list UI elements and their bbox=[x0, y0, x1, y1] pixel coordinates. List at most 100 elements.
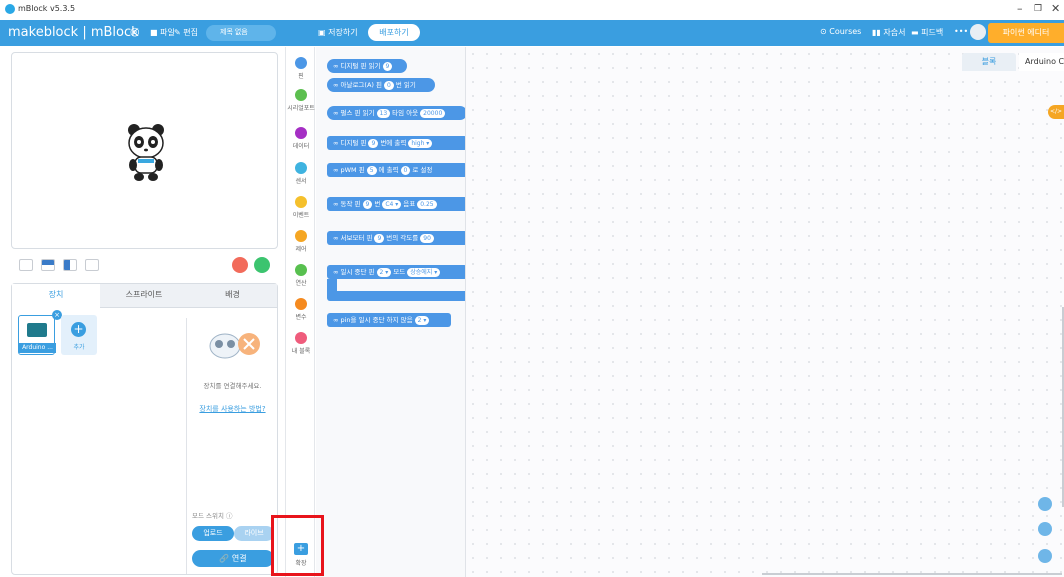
file-menu[interactable]: ■ 파일 bbox=[150, 27, 175, 38]
block-set-digital-pin[interactable]: ∞ 디지털 핀 9 번에 출력 high ▾ bbox=[327, 136, 465, 150]
block-text: 아날로그(A) 핀 bbox=[340, 81, 382, 89]
publish-button[interactable]: 배포하기 bbox=[368, 24, 420, 41]
stage-toolbar bbox=[11, 252, 278, 280]
category-label: 이벤트 bbox=[292, 212, 310, 219]
tutorials-link[interactable]: ▮▮ 자습서 bbox=[872, 27, 905, 38]
python-editor-button[interactable]: 파이썬 에디터 bbox=[988, 23, 1064, 43]
project-title-input[interactable] bbox=[206, 25, 276, 41]
category-data[interactable]: 데이터 bbox=[286, 127, 316, 150]
block-text: pin을 일시 중단 하지 않음 bbox=[340, 316, 413, 324]
block-dropdown[interactable]: high ▾ bbox=[408, 139, 433, 148]
block-read-pulse-pin[interactable]: ∞ 펄스 핀 읽기 13 타임 아웃 20000 bbox=[327, 106, 465, 120]
large-stage-icon[interactable] bbox=[63, 259, 77, 271]
menu-bar: makeblock | mBlock ◎ ■ 파일 ✎ 편집 ▣ 저장하기 배포… bbox=[0, 20, 1064, 46]
block-input[interactable]: 0 bbox=[400, 166, 411, 175]
block-set-servo[interactable]: ∞ 서보모터 핀 9 번의 각도를 90 bbox=[327, 231, 465, 245]
panda-sprite[interactable] bbox=[124, 121, 168, 183]
stop-icon[interactable] bbox=[232, 257, 248, 273]
connect-label: 연결 bbox=[231, 554, 247, 563]
block-input[interactable]: 20000 bbox=[420, 109, 446, 118]
pin-category-icon bbox=[295, 57, 307, 69]
avatar[interactable] bbox=[970, 24, 986, 40]
more-menu[interactable]: ••• bbox=[954, 27, 968, 36]
block-input[interactable]: 13 bbox=[376, 109, 391, 118]
live-mode-button[interactable]: 라이브 bbox=[234, 526, 274, 541]
feedback-link[interactable]: ▬ 피드백 bbox=[911, 27, 943, 38]
tab-devices[interactable]: 장치 bbox=[12, 284, 100, 308]
operators-category-icon bbox=[295, 264, 307, 276]
block-attach-interrupt[interactable]: ∞ 일시 중단 핀2 ▾ 모드 상승에지 ▾ bbox=[327, 265, 465, 279]
device-label: Arduino ... bbox=[19, 343, 56, 353]
restore-icon[interactable]: ❐ bbox=[1034, 4, 1042, 14]
block-text: 번의 각도를 bbox=[386, 234, 419, 242]
block-input[interactable]: 0 bbox=[383, 81, 394, 90]
zoom-out-icon[interactable] bbox=[1038, 522, 1052, 536]
feedback-label: 피드백 bbox=[921, 28, 944, 37]
connect-button[interactable]: 🔗 연결 bbox=[192, 550, 274, 567]
category-operators[interactable]: 연산 bbox=[286, 264, 316, 287]
tab-sprites[interactable]: 스프라이트 bbox=[100, 284, 188, 308]
c-block-bottom bbox=[327, 291, 465, 301]
tab-backdrops[interactable]: 배경 bbox=[188, 284, 277, 308]
upload-mode-button[interactable]: 업로드 bbox=[192, 526, 234, 541]
grid-icon[interactable] bbox=[85, 259, 99, 271]
category-events[interactable]: 이벤트 bbox=[286, 196, 316, 219]
script-workspace[interactable]: 블록 Arduino C </> bbox=[466, 47, 1064, 577]
category-variables[interactable]: 변수 bbox=[286, 298, 316, 321]
close-icon[interactable]: ✕ bbox=[1051, 2, 1060, 15]
device-card-arduino[interactable]: Arduino ... × bbox=[18, 310, 62, 355]
device-panel: 장치 스프라이트 배경 Arduino ... × + 추가 장치를 연결해주세… bbox=[11, 283, 278, 575]
category-control[interactable]: 제어 bbox=[286, 230, 316, 253]
category-label: 데이터 bbox=[292, 143, 310, 150]
category-label: 연산 bbox=[295, 280, 307, 287]
category-pin[interactable]: 핀 bbox=[286, 57, 316, 80]
block-input[interactable]: 9 bbox=[374, 234, 385, 243]
block-text: 타임 아웃 bbox=[392, 109, 419, 117]
minimize-icon[interactable]: – bbox=[1017, 2, 1023, 15]
add-label: 추가 bbox=[73, 344, 85, 351]
block-set-pwm-pin[interactable]: ∞ pWM 핀5에 출력 0 로 설정 bbox=[327, 163, 465, 177]
block-read-analog-pin[interactable]: ∞ 아날로그(A) 핀0번 읽기 bbox=[327, 78, 435, 92]
help-icon[interactable]: ⓘ bbox=[226, 512, 233, 520]
sensor-category-icon bbox=[295, 162, 307, 174]
globe-icon[interactable]: ◎ bbox=[130, 25, 140, 38]
save-button[interactable]: ▣ 저장하기 bbox=[318, 27, 358, 38]
block-dropdown[interactable]: 2 ▾ bbox=[376, 268, 392, 277]
how-to-use-link[interactable]: 장치를 사용하는 방법? bbox=[186, 404, 279, 414]
category-serial[interactable]: 시리얼포트 bbox=[286, 89, 316, 112]
tab-arduino-c[interactable]: Arduino C bbox=[1019, 53, 1064, 71]
stage[interactable] bbox=[11, 52, 278, 249]
edit-menu[interactable]: ✎ 편집 bbox=[174, 27, 198, 38]
block-dropdown[interactable]: 상승에지 ▾ bbox=[407, 268, 441, 277]
code-view-icon[interactable]: </> bbox=[1048, 105, 1064, 119]
tab-blocks[interactable]: 블록 bbox=[962, 53, 1016, 71]
block-read-digital-pin[interactable]: ∞ 디지털 핀 읽기 9 bbox=[327, 59, 407, 73]
category-label: 제어 bbox=[295, 246, 307, 253]
category-my-blocks[interactable]: 내 블록 bbox=[286, 332, 316, 355]
block-dropdown[interactable]: C4 ▾ bbox=[382, 200, 402, 209]
green-flag-icon[interactable] bbox=[254, 257, 270, 273]
block-input[interactable]: 9 bbox=[382, 62, 393, 71]
block-text: 번에 출력 bbox=[380, 139, 407, 147]
block-input[interactable]: 0.25 bbox=[417, 200, 437, 209]
courses-link[interactable]: ⊙ Courses bbox=[820, 27, 861, 36]
block-detach-interrupt[interactable]: ∞ pin을 일시 중단 하지 않음 2 ▾ bbox=[327, 313, 451, 327]
variables-category-icon bbox=[295, 298, 307, 310]
file-label: 파일 bbox=[160, 28, 175, 37]
zoom-in-icon[interactable] bbox=[1038, 497, 1052, 511]
block-input[interactable]: 90 bbox=[420, 234, 434, 243]
mode-switch-label: 모드 스위치 ⓘ bbox=[192, 510, 233, 520]
block-input[interactable]: 5 bbox=[366, 166, 377, 175]
block-dropdown[interactable]: 2 ▾ bbox=[414, 316, 430, 325]
block-input[interactable]: 9 bbox=[362, 200, 373, 209]
horizontal-scrollbar[interactable] bbox=[762, 573, 1062, 575]
block-play-tone[interactable]: ∞ 동작 핀 9 번 C4 ▾ 음표 0.25 bbox=[327, 197, 465, 211]
fullscreen-icon[interactable] bbox=[19, 259, 33, 271]
block-input[interactable]: 9 bbox=[368, 139, 379, 148]
category-list: 핀 시리얼포트 데이터 센서 이벤트 제어 연산 변수 내 블록 + 확장 bbox=[285, 47, 315, 577]
category-sensor[interactable]: 센서 bbox=[286, 162, 316, 185]
small-stage-icon[interactable] bbox=[41, 259, 55, 271]
save-label: 저장하기 bbox=[328, 28, 358, 37]
zoom-reset-icon[interactable] bbox=[1038, 549, 1052, 563]
add-device-button[interactable]: + 추가 bbox=[61, 315, 97, 355]
